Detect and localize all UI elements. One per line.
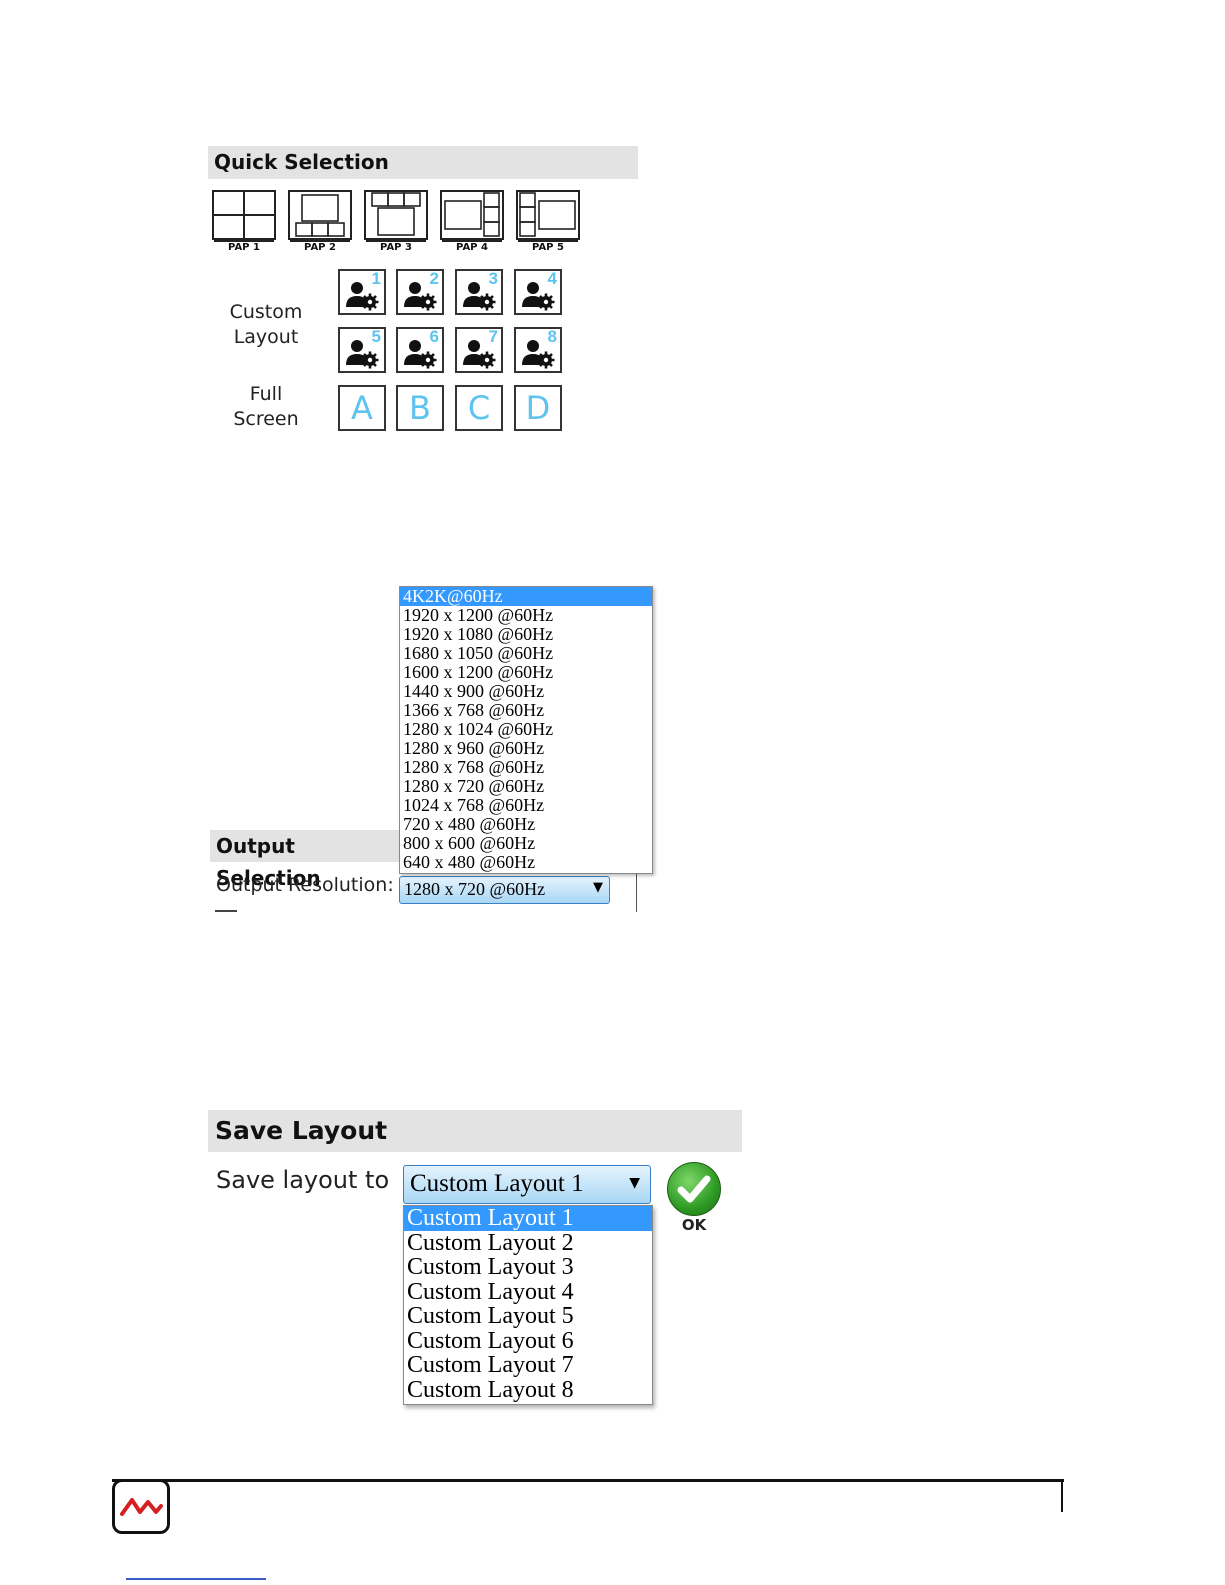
custom-layout-3-button[interactable]: 3 — [455, 269, 503, 315]
resolution-option[interactable]: 1280 x 768 @60Hz — [400, 758, 652, 777]
save-layout-option[interactable]: Custom Layout 1 — [404, 1206, 652, 1231]
save-layout-option[interactable]: Custom Layout 3 — [404, 1255, 652, 1280]
pap-1-button[interactable]: PAP 1 — [212, 190, 276, 253]
full-screen-label-line2: Screen — [233, 408, 299, 430]
resolution-option[interactable]: 1920 x 1080 @60Hz — [400, 625, 652, 644]
ok-label: OK — [681, 1216, 707, 1234]
custom-layout-number: 8 — [547, 327, 557, 346]
full-screen-d-button[interactable]: D — [514, 385, 562, 431]
pap-label: PAP 5 — [532, 242, 564, 253]
output-resolution-dropdown-list: 4K2K@60Hz 1920 x 1200 @60Hz 1920 x 1080 @6… — [399, 586, 653, 874]
pap-3-button[interactable]: PAP 3 — [364, 190, 428, 253]
custom-layout-2-button[interactable]: 2 — [396, 269, 444, 315]
save-layout-select[interactable]: Custom Layout 1 ▼ — [403, 1165, 651, 1204]
resolution-option[interactable]: 1680 x 1050 @60Hz — [400, 644, 652, 663]
quick-selection-header: Quick Selection — [208, 146, 638, 179]
output-resolution-select[interactable]: 1280 x 720 @60Hz ▼ — [399, 876, 610, 904]
save-layout-dropdown-list: Custom Layout 1 Custom Layout 2 Custom Lay… — [403, 1205, 653, 1405]
pap-three-top-large-bottom-icon — [371, 192, 421, 236]
save-layout-option[interactable]: Custom Layout 5 — [404, 1304, 652, 1329]
custom-layout-number: 5 — [371, 327, 381, 346]
resolution-option[interactable]: 1280 x 720 @60Hz — [400, 777, 652, 796]
resolution-option[interactable]: 1280 x 1024 @60Hz — [400, 720, 652, 739]
chevron-down-icon: ▼ — [629, 1175, 640, 1191]
resolution-option[interactable]: 800 x 600 @60Hz — [400, 834, 652, 853]
custom-layout-label-line2: Layout — [233, 326, 299, 348]
checkmark-icon — [677, 1175, 711, 1203]
custom-layout-number: 4 — [547, 269, 557, 288]
chevron-down-icon: ▼ — [593, 880, 603, 895]
save-layout-label: Save layout to — [216, 1166, 390, 1194]
custom-layout-6-button[interactable]: 6 — [396, 327, 444, 373]
footer-link-underline[interactable] — [126, 1578, 266, 1580]
full-screen-source-letter: C — [467, 389, 491, 427]
resolution-option[interactable]: 720 x 480 @60Hz — [400, 815, 652, 834]
pap-4-button[interactable]: PAP 4 — [440, 190, 504, 253]
pap-label: PAP 1 — [228, 242, 260, 253]
wave-logo-icon — [120, 1498, 163, 1516]
pap-label: PAP 4 — [456, 242, 488, 253]
resolution-option[interactable]: 1024 x 768 @60Hz — [400, 796, 652, 815]
custom-layout-7-button[interactable]: 7 — [455, 327, 503, 373]
save-layout-option[interactable]: Custom Layout 8 — [404, 1378, 652, 1403]
full-screen-source-letter: B — [409, 389, 431, 427]
footer-divider-tick — [1061, 1482, 1063, 1512]
custom-layout-label: Custom Layout — [222, 300, 310, 350]
save-layout-value: Custom Layout 1 — [410, 1170, 584, 1197]
output-resolution-label: Output Resolution: — [216, 874, 394, 896]
output-selection-header: Output Selection — [210, 830, 400, 890]
full-screen-source-letter: A — [351, 389, 373, 427]
pap-5-button[interactable]: PAP 5 — [516, 190, 580, 253]
resolution-option[interactable]: 4K2K@60Hz — [400, 587, 652, 606]
custom-layout-8-button[interactable]: 8 — [514, 327, 562, 373]
save-layout-header: Save Layout — [208, 1110, 742, 1152]
save-layout-option[interactable]: Custom Layout 7 — [404, 1353, 652, 1378]
custom-layout-number: 6 — [429, 327, 439, 346]
pap-three-left-large-right-icon — [519, 192, 576, 237]
pap-quad-icon — [214, 192, 274, 238]
footer-divider — [112, 1479, 1064, 1482]
brand-wave-logo — [112, 1479, 170, 1534]
save-layout-option[interactable]: Custom Layout 6 — [404, 1329, 652, 1354]
pap-large-left-three-right-icon — [444, 192, 500, 237]
full-screen-label: Full Screen — [222, 382, 310, 432]
custom-layout-number: 7 — [488, 327, 498, 346]
pap-2-button[interactable]: PAP 2 — [288, 190, 352, 253]
full-screen-b-button[interactable]: B — [396, 385, 444, 431]
full-screen-a-button[interactable]: A — [338, 385, 386, 431]
full-screen-c-button[interactable]: C — [455, 385, 503, 431]
full-screen-source-letter: D — [525, 389, 551, 427]
pap-label: PAP 3 — [380, 242, 412, 253]
custom-layout-number: 2 — [429, 269, 439, 288]
resolution-option[interactable]: 1440 x 900 @60Hz — [400, 682, 652, 701]
ok-button[interactable]: OK — [667, 1162, 721, 1240]
divider — [215, 910, 237, 912]
save-layout-option[interactable]: Custom Layout 4 — [404, 1280, 652, 1305]
custom-layout-5-button[interactable]: 5 — [338, 327, 386, 373]
custom-layout-number: 1 — [371, 269, 381, 288]
pap-label: PAP 2 — [304, 242, 336, 253]
resolution-option[interactable]: 1280 x 960 @60Hz — [400, 739, 652, 758]
pap-large-top-three-bottom-icon — [295, 194, 345, 237]
save-layout-option[interactable]: Custom Layout 2 — [404, 1231, 652, 1256]
resolution-option[interactable]: 640 x 480 @60Hz — [400, 853, 652, 872]
resolution-option[interactable]: 1600 x 1200 @60Hz — [400, 663, 652, 682]
output-resolution-value: 1280 x 720 @60Hz — [404, 879, 546, 899]
custom-layout-number: 3 — [488, 269, 498, 288]
custom-layout-4-button[interactable]: 4 — [514, 269, 562, 315]
resolution-option[interactable]: 1920 x 1200 @60Hz — [400, 606, 652, 625]
custom-layout-label-line1: Custom — [229, 301, 303, 323]
full-screen-label-line1: Full — [249, 383, 283, 405]
resolution-option[interactable]: 1366 x 768 @60Hz — [400, 701, 652, 720]
custom-layout-1-button[interactable]: 1 — [338, 269, 386, 315]
